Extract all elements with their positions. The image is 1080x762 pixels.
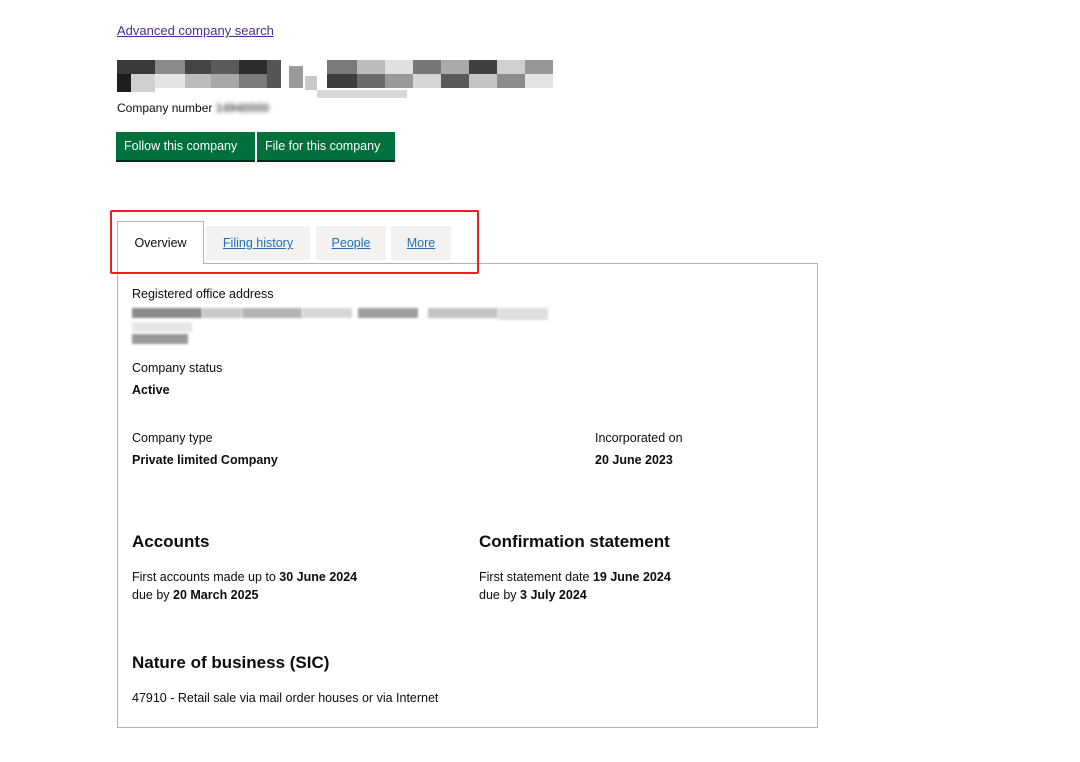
confirmation-statement-heading: Confirmation statement — [479, 532, 670, 551]
accounts-heading: Accounts — [132, 532, 210, 551]
tabs-highlight-annotation — [110, 210, 479, 274]
accounts-made-up-to: First accounts made up to 30 June 2024 — [132, 570, 357, 584]
incorporated-value: 20 June 2023 — [595, 453, 673, 467]
accounts-due-by: due by 20 March 2025 — [132, 588, 259, 602]
company-name-redacted — [117, 60, 562, 98]
company-number-value: 14940000 — [215, 101, 270, 115]
company-type-value: Private limited Company — [132, 453, 278, 467]
company-status-value: Active — [132, 383, 170, 397]
file-for-company-button[interactable]: File for this company — [257, 132, 395, 160]
registered-office-label: Registered office address — [132, 287, 274, 301]
confirmation-line2-prefix: due by — [479, 588, 521, 602]
incorporated-label: Incorporated on — [595, 431, 683, 445]
confirmation-due-by: due by 3 July 2024 — [479, 588, 587, 602]
registered-office-redacted — [128, 306, 548, 344]
accounts-line2-prefix: due by — [132, 588, 174, 602]
company-number-label: Company number — [117, 101, 213, 115]
confirmation-due-date: 3 July 2024 — [520, 588, 587, 602]
company-status-label: Company status — [132, 361, 223, 375]
accounts-due-date: 20 March 2025 — [173, 588, 259, 602]
accounts-line1-prefix: First accounts made up to — [132, 570, 280, 584]
advanced-company-search-link[interactable]: Advanced company search — [117, 23, 274, 38]
sic-entry: 47910 - Retail sale via mail order house… — [132, 691, 439, 705]
follow-company-button[interactable]: Follow this company — [116, 132, 255, 160]
confirmation-line1-prefix: First statement date — [479, 570, 593, 584]
company-type-label: Company type — [132, 431, 213, 445]
accounts-made-up-date: 30 June 2024 — [279, 570, 358, 584]
company-number: Company number 14940000 — [117, 101, 269, 115]
confirmation-statement-date-value: 19 June 2024 — [592, 570, 671, 584]
confirmation-statement-date: First statement date 19 June 2024 — [479, 570, 671, 584]
sic-heading: Nature of business (SIC) — [132, 653, 330, 672]
